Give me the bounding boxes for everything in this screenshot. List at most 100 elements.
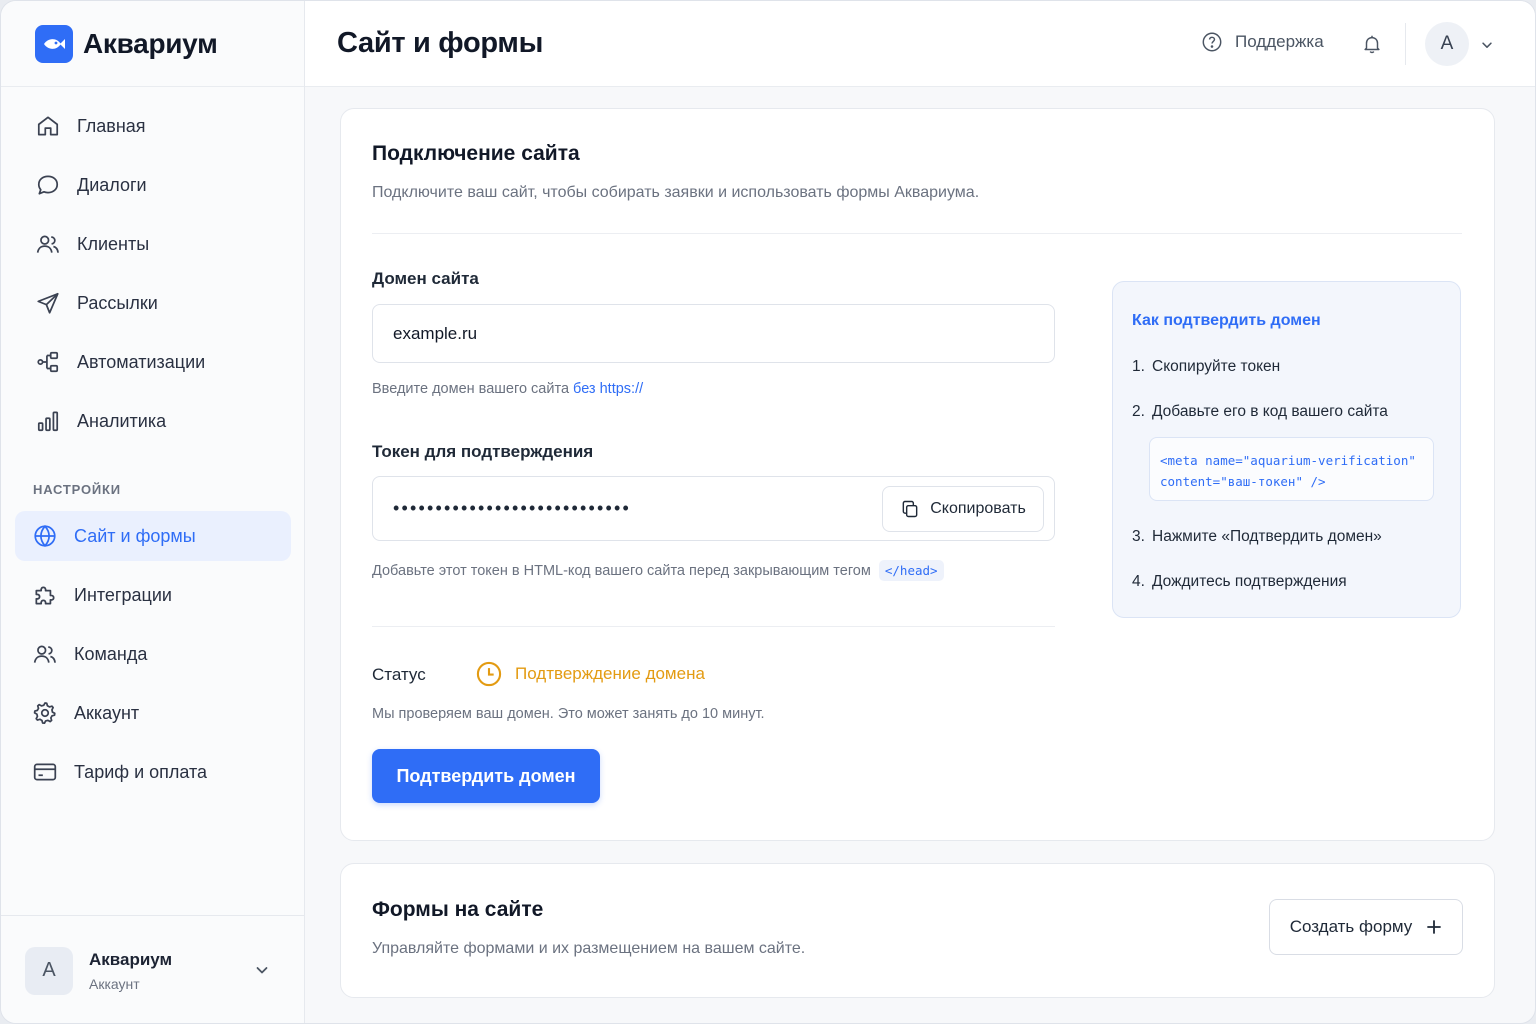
status-label: Статус bbox=[372, 665, 426, 684]
token-label: Токен для подтверждения bbox=[372, 442, 594, 461]
top-header: Сайт и формы Поддержка А bbox=[305, 1, 1535, 87]
chevron-down-icon[interactable] bbox=[1480, 38, 1494, 52]
sidebar-item-label: Аналитика bbox=[77, 410, 167, 431]
token-field[interactable]: •••••••••••••••••••••••••••• Скопировать bbox=[372, 476, 1055, 541]
globe-icon bbox=[34, 524, 56, 548]
sidebar: Аквариум Главная Диалоги Клиенты Рассылк… bbox=[1, 1, 305, 1023]
sidebar-item-clients[interactable]: Клиенты bbox=[15, 219, 291, 269]
token-hint-text: Добавьте этот токен в HTML-код вашего са… bbox=[372, 563, 871, 579]
fish-logo-icon bbox=[35, 24, 73, 63]
divider bbox=[372, 626, 1055, 627]
support-label: Поддержка bbox=[1235, 32, 1324, 51]
home-icon bbox=[37, 116, 59, 136]
instruction-step: 3. Нажмите «Подтвердить домен» bbox=[1132, 528, 1382, 546]
copy-button-label: Скопировать bbox=[930, 500, 1026, 517]
site-connection-card: Подключение сайта Подключите ваш сайт, ч… bbox=[340, 108, 1495, 841]
status-badge: Подтверждение домена bbox=[475, 660, 705, 688]
credit-card-icon bbox=[33, 763, 57, 781]
sidebar-item-label: Сайт и формы bbox=[74, 525, 196, 546]
domain-hint: Введите домен вашего сайта без https:// bbox=[372, 381, 643, 397]
domain-label: Домен сайта bbox=[372, 269, 479, 288]
domain-hint-text: Введите домен вашего сайта bbox=[372, 381, 570, 397]
card-description: Управляйте формами и их размещением на в… bbox=[372, 940, 806, 957]
clock-icon bbox=[476, 661, 502, 687]
workflow-icon bbox=[37, 351, 59, 373]
site-forms-card: Формы на сайте Управляйте формами и их р… bbox=[340, 863, 1495, 998]
sidebar-item-label: Клиенты bbox=[77, 233, 150, 254]
sidebar-item-dialogs[interactable]: Диалоги bbox=[15, 160, 291, 210]
settings-section-label: НАСТРОЙКИ bbox=[33, 482, 121, 497]
sidebar-item-integrations[interactable]: Интеграции bbox=[15, 570, 291, 620]
sidebar-item-billing[interactable]: Тариф и оплата bbox=[15, 747, 291, 797]
card-title: Формы на сайте bbox=[372, 898, 544, 921]
app-name: Аквариум bbox=[83, 27, 218, 59]
instructions-box: Как подтвердить домен 1. Скопируйте токен… bbox=[1112, 281, 1461, 618]
sidebar-item-label: Автоматизации bbox=[77, 351, 206, 372]
step-number: 4. bbox=[1132, 573, 1145, 590]
sidebar-item-label: Интеграции bbox=[74, 584, 172, 605]
sidebar-item-home[interactable]: Главная bbox=[15, 101, 291, 151]
app-window: Аквариум Главная Диалоги Клиенты Рассылк… bbox=[0, 0, 1536, 1024]
sidebar-item-automations[interactable]: Автоматизации bbox=[15, 337, 291, 387]
divider bbox=[372, 233, 1462, 234]
puzzle-icon bbox=[35, 586, 55, 605]
account-avatar: А bbox=[25, 946, 73, 995]
sidebar-item-label: Диалоги bbox=[77, 174, 147, 195]
chat-icon bbox=[37, 175, 59, 195]
token-value: •••••••••••••••••••••••••••• bbox=[393, 498, 632, 518]
account-name: Аквариум bbox=[89, 949, 173, 969]
sidebar-item-label: Команда bbox=[74, 643, 148, 664]
bell-icon[interactable] bbox=[1361, 32, 1383, 56]
step-text: Нажмите «Подтвердить домен» bbox=[1152, 528, 1382, 545]
instruction-step: 2. Добавьте его в код вашего сайта bbox=[1132, 403, 1388, 421]
team-icon bbox=[33, 645, 56, 663]
account-switcher[interactable]: А Аквариум Аккаунт bbox=[1, 915, 304, 1023]
sidebar-item-site-forms[interactable]: Сайт и формы bbox=[15, 511, 291, 561]
sidebar-item-label: Тариф и оплата bbox=[74, 761, 208, 782]
sidebar-item-label: Аккаунт bbox=[74, 702, 140, 723]
page-title: Сайт и формы bbox=[337, 27, 544, 59]
sidebar-item-team[interactable]: Команда bbox=[15, 629, 291, 679]
send-icon bbox=[37, 292, 59, 314]
plus-icon bbox=[1427, 920, 1442, 934]
meta-code-snippet: <meta name="aquarium-verification" conte… bbox=[1149, 437, 1434, 501]
sidebar-item-mailings[interactable]: Рассылки bbox=[15, 278, 291, 328]
card-description: Подключите ваш сайт, чтобы собирать заяв… bbox=[372, 184, 980, 201]
domain-hint-link[interactable]: без https:// bbox=[573, 381, 643, 397]
instructions-title[interactable]: Как подтвердить домен bbox=[1132, 312, 1321, 330]
header-divider bbox=[1405, 23, 1406, 65]
confirm-domain-button[interactable]: Подтвердить домен bbox=[372, 749, 600, 803]
copy-icon bbox=[902, 500, 918, 518]
sidebar-item-account[interactable]: Аккаунт bbox=[15, 688, 291, 738]
step-number: 2. bbox=[1132, 403, 1145, 420]
card-title: Подключение сайта bbox=[372, 142, 580, 165]
sidebar-item-label: Главная bbox=[77, 115, 146, 136]
step-text: Дождитесь подтверждения bbox=[1152, 573, 1347, 590]
users-icon bbox=[36, 235, 59, 253]
step-number: 3. bbox=[1132, 528, 1145, 545]
bar-chart-icon bbox=[37, 411, 59, 432]
support-link[interactable]: Поддержка bbox=[1201, 31, 1324, 53]
step-text: Скопируйте токен bbox=[1152, 358, 1281, 375]
token-hint: Добавьте этот токен в HTML-код вашего са… bbox=[372, 560, 944, 581]
step-number: 1. bbox=[1132, 358, 1145, 375]
create-form-button[interactable]: Создать форму bbox=[1269, 899, 1463, 955]
chevron-down-icon bbox=[256, 967, 268, 974]
gear-icon bbox=[33, 702, 56, 725]
step-text: Добавьте его в код вашего сайта bbox=[1152, 403, 1388, 420]
instruction-step: 1. Скопируйте токен bbox=[1132, 358, 1280, 376]
domain-input[interactable]: example.ru bbox=[372, 304, 1055, 363]
sidebar-item-analytics[interactable]: Аналитика bbox=[15, 396, 291, 446]
sidebar-item-label: Рассылки bbox=[77, 292, 158, 313]
account-subtitle: Аккаунт bbox=[89, 975, 140, 992]
account-info: Аквариум Аккаунт bbox=[89, 950, 172, 992]
status-note: Мы проверяем ваш домен. Это может занять… bbox=[372, 706, 765, 722]
brand[interactable]: Аквариум bbox=[1, 1, 304, 87]
help-circle-icon bbox=[1202, 32, 1222, 52]
head-tag-chip: </head> bbox=[878, 560, 944, 581]
create-form-label: Создать форму bbox=[1289, 917, 1413, 936]
status-value: Подтверждение домена bbox=[515, 664, 705, 683]
copy-token-button[interactable]: Скопировать bbox=[882, 486, 1044, 532]
instruction-step: 4. Дождитесь подтверждения bbox=[1132, 573, 1347, 591]
user-avatar[interactable]: А bbox=[1425, 22, 1469, 66]
